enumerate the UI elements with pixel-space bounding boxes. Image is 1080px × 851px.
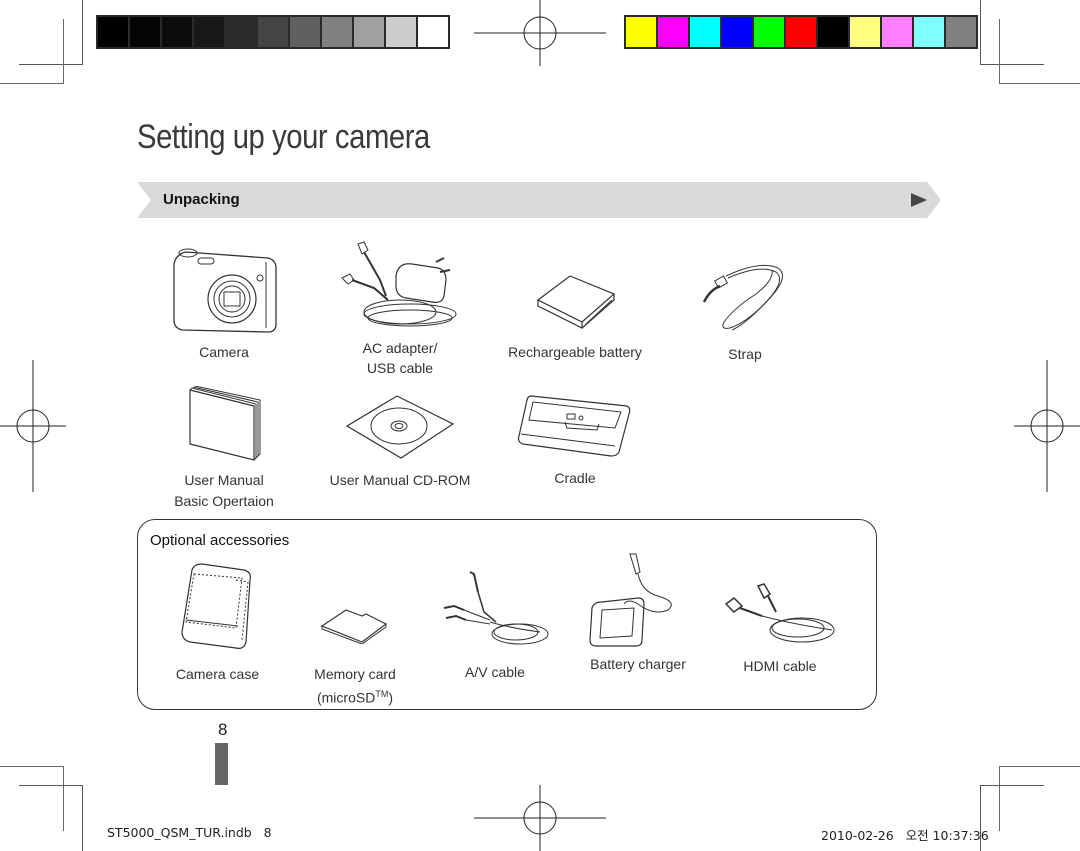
crop-mark	[63, 19, 64, 84]
item-label: Rechargeable battery	[508, 344, 642, 360]
color-swatch	[882, 17, 912, 47]
item-label: User Manual CD-ROM	[329, 472, 471, 488]
item-label: AC adapter/	[362, 340, 438, 356]
item-label: HDMI cable	[743, 658, 817, 674]
color-swatch	[626, 17, 656, 47]
registration-mark-left	[0, 360, 66, 492]
battery-icon	[536, 275, 616, 329]
grayscale-swatch	[290, 17, 320, 47]
grayscale-swatch	[386, 17, 416, 47]
color-swatch	[754, 17, 784, 47]
grayscale-swatch	[162, 17, 192, 47]
hdmi-cable-icon	[724, 583, 835, 643]
item-label: Battery charger	[590, 656, 686, 672]
crop-mark	[0, 83, 64, 84]
item-ac-adapter: AC adapter/ USB cable	[330, 240, 470, 378]
battery-charger-icon	[589, 553, 672, 647]
page-title: Setting up your camera	[137, 118, 430, 156]
item-label: Camera	[199, 344, 249, 360]
grayscale-swatch	[130, 17, 160, 47]
color-swatch	[850, 17, 880, 47]
grayscale-swatch	[322, 17, 352, 47]
item-label: A/V cable	[465, 664, 525, 680]
item-label: Cradle	[554, 470, 596, 486]
item-label-line2: (microSDTM)	[316, 689, 393, 706]
grayscale-swatch	[418, 17, 448, 47]
crop-mark	[999, 19, 1000, 84]
crop-mark	[980, 64, 1044, 65]
crop-mark	[999, 766, 1080, 767]
crop-mark	[82, 785, 83, 851]
item-camera-case: Camera case	[160, 562, 275, 684]
item-hdmi-cable: HDMI cable	[720, 580, 840, 676]
item-camera: Camera	[154, 244, 294, 362]
item-battery: Rechargeable battery	[500, 270, 650, 362]
camera-icon	[173, 248, 277, 333]
color-swatch	[946, 17, 976, 47]
camera-case-icon	[180, 563, 251, 649]
color-swatch	[786, 17, 816, 47]
crop-mark	[0, 766, 64, 767]
item-memory-card: Memory card (microSDTM)	[300, 608, 410, 708]
memory-card-icon	[320, 609, 388, 644]
color-swatch	[722, 17, 752, 47]
av-cable-icon	[443, 571, 549, 645]
crop-mark	[63, 766, 64, 831]
crop-mark	[999, 83, 1080, 84]
grayscale-swatch	[354, 17, 384, 47]
color-swatch	[914, 17, 944, 47]
item-user-manual: User Manual Basic Opertaion	[154, 386, 294, 511]
optional-accessories-title: Optional accessories	[150, 532, 290, 549]
color-swatch	[818, 17, 848, 47]
item-label: Strap	[728, 346, 762, 362]
grayscale-swatch	[258, 17, 288, 47]
item-battery-charger: Battery charger	[578, 552, 698, 674]
item-strap: Strap	[690, 262, 800, 364]
process-color-bar	[624, 15, 978, 49]
grayscale-swatch	[226, 17, 256, 47]
slug-datetime: 2010-02-26 오전 10:37:36	[821, 828, 989, 843]
cradle-icon	[517, 395, 631, 457]
crop-mark	[999, 766, 1000, 831]
section-header-bar	[137, 182, 941, 218]
grayscale-swatch	[98, 17, 128, 47]
item-av-cable: A/V cable	[435, 570, 555, 682]
manual-book-icon	[189, 386, 261, 461]
page-tab-marker	[215, 743, 228, 785]
item-cd-rom: User Manual CD-ROM	[320, 394, 480, 490]
page-number: 8	[218, 720, 228, 739]
crop-mark	[82, 0, 83, 64]
registration-mark-right	[1014, 360, 1080, 492]
crop-mark	[19, 785, 83, 786]
section-title-unpacking: Unpacking	[163, 191, 240, 208]
item-label: Memory card	[314, 666, 396, 682]
strap-icon	[702, 264, 783, 331]
color-swatch	[690, 17, 720, 47]
crop-mark	[19, 64, 83, 65]
item-label-line2: USB cable	[366, 360, 434, 376]
slug-file-name: ST5000_QSM_TUR.indb 8	[107, 825, 272, 840]
grayscale-color-bar	[96, 15, 450, 49]
crop-mark	[980, 785, 1044, 786]
item-label: User Manual	[184, 472, 264, 488]
item-label: Camera case	[175, 666, 260, 682]
registration-mark-bottom	[474, 785, 606, 851]
grayscale-swatch	[194, 17, 224, 47]
crop-mark	[980, 0, 981, 64]
cd-rom-icon	[345, 395, 455, 459]
item-cradle: Cradle	[505, 392, 645, 488]
item-label-line2: Basic Opertaion	[174, 493, 274, 509]
ac-adapter-icon	[341, 241, 457, 327]
registration-mark-top	[474, 0, 606, 66]
color-swatch	[658, 17, 688, 47]
